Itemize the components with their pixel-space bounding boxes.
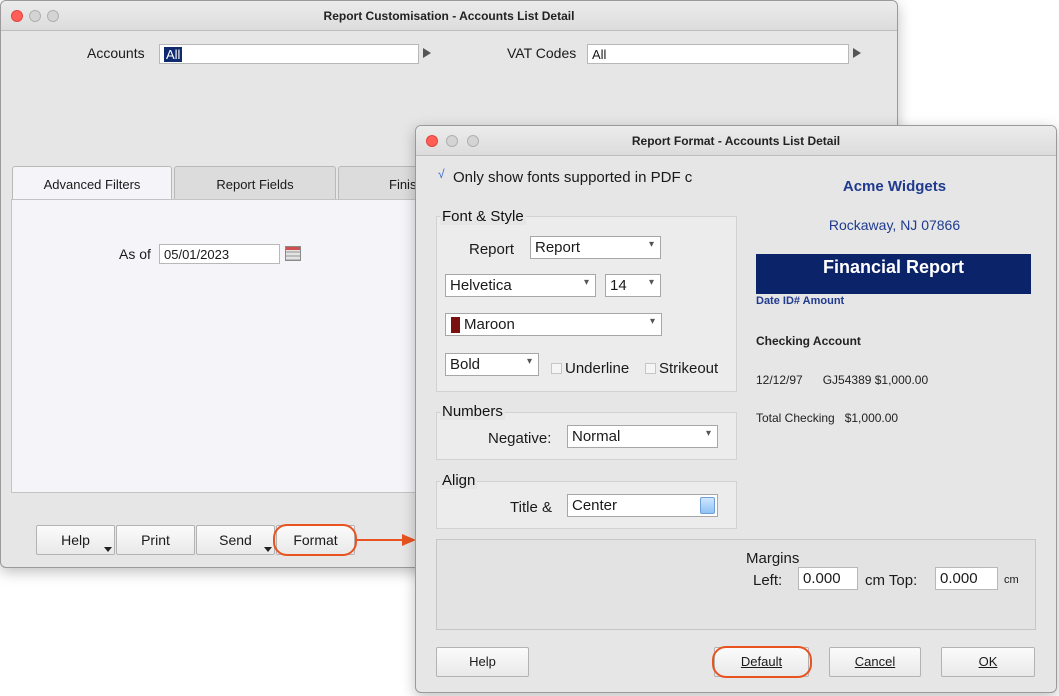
only-pdf-fonts-label: Only show fonts supported in PDF c xyxy=(453,169,693,186)
as-of-date-field[interactable]: 05/01/2023 xyxy=(159,244,280,264)
font-size-value: 14 xyxy=(610,277,627,294)
preview-row: 12/12/97 GJ54389 $1,000.00 xyxy=(756,373,929,387)
as-of-date-value: 05/01/2023 xyxy=(164,247,230,262)
font-weight-dropdown-icon: ▾ xyxy=(526,356,532,367)
dialog-help-label: Help xyxy=(469,654,496,669)
strikeout-checkbox[interactable] xyxy=(645,363,656,374)
top-margin-field[interactable]: 0.000 xyxy=(935,567,998,590)
font-size-select[interactable]: 14 ▾ xyxy=(605,274,661,297)
cancel-button-label: Cancel xyxy=(854,654,896,669)
negative-format-value: Normal xyxy=(572,428,621,445)
pdf-fonts-check-icon[interactable]: √ xyxy=(438,167,445,181)
title-align-label: Title & xyxy=(510,499,552,516)
vat-codes-label: VAT Codes xyxy=(507,45,577,61)
tab-advanced-filters-label: Advanced Filters xyxy=(43,177,141,192)
accounts-arrow-icon[interactable] xyxy=(423,48,431,58)
font-family-dropdown-icon: ▾ xyxy=(583,277,589,288)
left-margin-value: 0.000 xyxy=(803,570,841,587)
dialog-titlebar: Report Format - Accounts List Detail xyxy=(416,126,1056,156)
font-color-value: Maroon xyxy=(464,316,515,333)
send-menu-chevron-icon xyxy=(264,547,272,552)
preview-company: Acme Widgets xyxy=(842,178,947,195)
ok-button-label: OK xyxy=(978,654,998,669)
help-menu-chevron-icon xyxy=(104,547,112,552)
left-margin-label: Left: xyxy=(753,572,783,589)
preview-total: Total Checking $1,000.00 xyxy=(756,411,899,425)
tab-finish-label: Finis xyxy=(389,177,417,192)
advanced-filters-panel: As of 05/01/2023 xyxy=(11,199,431,493)
report-label: Report xyxy=(469,241,515,258)
ok-button[interactable]: OK xyxy=(941,647,1035,677)
print-button-label: Print xyxy=(141,532,170,548)
accounts-label: Accounts xyxy=(87,45,145,61)
cancel-button[interactable]: Cancel xyxy=(829,647,921,677)
default-button-highlight xyxy=(712,646,812,678)
cm-top-label: cm Top: xyxy=(865,572,918,589)
preview-location: Rockaway, NJ 07866 xyxy=(828,217,961,233)
negative-label: Negative: xyxy=(488,430,552,447)
print-button[interactable]: Print xyxy=(116,525,195,555)
format-button-highlight xyxy=(273,524,357,556)
font-size-dropdown-icon: ▾ xyxy=(648,277,654,288)
font-weight-value: Bold xyxy=(450,356,481,373)
report-element-dropdown-icon: ▾ xyxy=(648,239,654,250)
calendar-icon[interactable] xyxy=(285,246,301,261)
negative-format-select[interactable]: Normal ▾ xyxy=(567,425,718,448)
font-family-select[interactable]: Helvetica ▾ xyxy=(445,274,596,297)
font-color-select[interactable]: Maroon ▾ xyxy=(445,313,662,336)
tab-report-fields[interactable]: Report Fields xyxy=(174,166,336,200)
preview-columns: Date ID# Amount xyxy=(756,295,845,307)
preview-section: Checking Account xyxy=(756,334,861,348)
report-element-select[interactable]: Report ▾ xyxy=(530,236,661,259)
underline-label: Underline xyxy=(565,360,630,377)
underline-checkbox[interactable] xyxy=(551,363,562,374)
title-align-value: Center xyxy=(572,497,618,514)
tab-report-fields-label: Report Fields xyxy=(216,177,294,192)
report-preview: Acme Widgets Rockaway, NJ 07866 Financia… xyxy=(751,166,1046,466)
main-window-title: Report Customisation - Accounts List Det… xyxy=(323,9,575,23)
tab-advanced-filters[interactable]: Advanced Filters xyxy=(12,166,172,201)
font-family-value: Helvetica xyxy=(450,277,512,294)
vat-codes-value: All xyxy=(592,47,607,62)
vat-codes-arrow-icon[interactable] xyxy=(853,48,861,58)
font-style-title: Font & Style xyxy=(440,208,526,225)
as-of-label: As of xyxy=(119,246,151,262)
help-button-label: Help xyxy=(61,532,90,548)
send-button-label: Send xyxy=(219,532,252,548)
maroon-swatch xyxy=(451,317,460,333)
top-margin-value: 0.000 xyxy=(940,570,978,587)
help-button[interactable]: Help xyxy=(36,525,115,555)
send-button[interactable]: Send xyxy=(196,525,275,555)
negative-format-dropdown-icon: ▾ xyxy=(705,428,711,439)
margins-title: Margins xyxy=(746,550,800,567)
vat-codes-field[interactable]: All xyxy=(587,44,849,64)
title-align-select[interactable]: Center xyxy=(567,494,718,517)
title-align-stepper-icon xyxy=(700,497,715,514)
accounts-value: All xyxy=(164,47,183,62)
preview-report-title: Financial Report xyxy=(822,257,965,277)
align-title: Align xyxy=(440,472,478,489)
strikeout-label: Strikeout xyxy=(659,360,719,377)
numbers-title: Numbers xyxy=(440,403,505,420)
font-weight-select[interactable]: Bold ▾ xyxy=(445,353,539,376)
callout-arrow-icon xyxy=(356,534,416,546)
font-color-dropdown-icon: ▾ xyxy=(649,316,655,327)
left-margin-field[interactable]: 0.000 xyxy=(798,567,858,590)
main-titlebar: Report Customisation - Accounts List Det… xyxy=(1,1,897,31)
report-element-value: Report xyxy=(535,239,581,256)
cm-unit-label: cm xyxy=(1004,574,1019,586)
dialog-help-button[interactable]: Help xyxy=(436,647,529,677)
dialog-title: Report Format - Accounts List Detail xyxy=(631,134,841,148)
accounts-field[interactable]: All xyxy=(159,44,419,64)
report-format-dialog: Report Format - Accounts List Detail √ O… xyxy=(415,125,1057,693)
